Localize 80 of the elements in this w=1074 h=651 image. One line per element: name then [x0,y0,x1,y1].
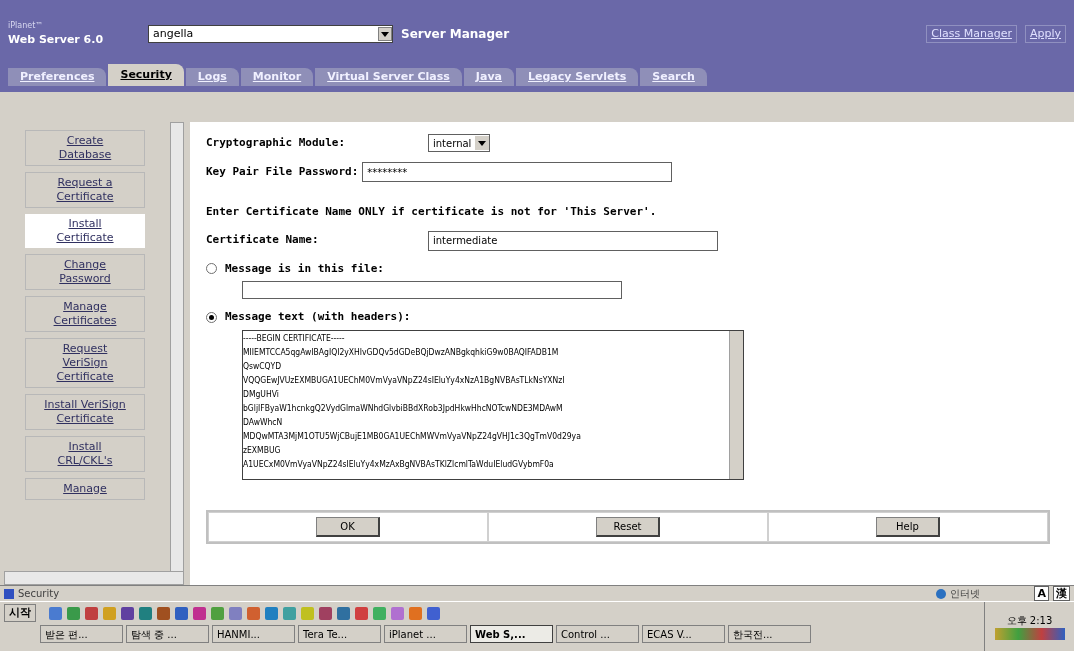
quick-launch-icon[interactable] [427,606,440,620]
ime-indicator[interactable]: A [1034,586,1049,601]
quick-launch-icon[interactable] [211,606,224,620]
task-button[interactable]: 탐색 중 ... [126,625,209,643]
status-text: Security [18,587,61,601]
certificate-line: VQQGEwJVUzEXMBUGA1UEChM0VmVyaVNpZ24sIEluYy4xNzA1BgNVBAsTLkNsYXNzI [243,373,566,387]
form-button[interactable]: OK [316,516,380,537]
task-button[interactable]: 한국전... [728,625,811,643]
start-button[interactable]: 시작 [4,604,36,622]
dropdown-arrow-icon [381,31,389,37]
module-select[interactable]: internal [428,134,491,152]
certificate-line: QswCQYD [243,359,283,373]
quick-launch-icon[interactable] [319,606,332,620]
field-label: Cryptographic Module: [206,134,347,151]
quick-launch-icon[interactable] [229,606,242,620]
certificate-line: MDQwMTA3MjM1OTU5WjCBujE1MB0GA1UEChMWVmVyaVNpZ24gVHJ1c3QgTmV0d29ya [243,429,582,443]
nav-tab[interactable]: Security [108,64,184,86]
radio-label: Message is in this file: [225,260,384,277]
quick-launch-icon[interactable] [67,606,80,620]
sidebar-item[interactable]: Install Certificate [25,214,145,248]
quick-launch-icon[interactable] [139,606,152,620]
task-button[interactable]: Web S,... [470,625,553,643]
certificate-line: A1UECxM0VmVyaVNpZ24sIEluYy4xMzAxBgNVBAsTKlZlcmlTaWduIEludGVybmF0a [243,457,555,471]
password-field[interactable]: ******** [362,162,673,182]
task-button[interactable]: 받은 편... [40,625,123,643]
quick-launch-icon[interactable] [157,606,170,620]
certificate-line: DMgUHVi [243,387,280,401]
scrollbar[interactable] [170,122,184,572]
sidebar-item[interactable]: Create Database [25,130,145,166]
certificate-line: zEXMBUG [243,443,282,457]
ime-indicator[interactable]: 漢 [1053,586,1070,601]
brand-tagline: iPlanet™ [8,19,45,32]
sidebar-item[interactable]: Request a Certificate [25,172,145,208]
sidebar-item[interactable]: Change Password [25,254,145,290]
sidebar-item[interactable]: Manage [25,478,145,500]
quick-launch-icon[interactable] [409,606,422,620]
quick-launch-icon[interactable] [193,606,206,620]
scrollbar[interactable] [729,330,743,479]
quick-launch-icon[interactable] [355,606,368,620]
field-label: Key Pair File Password: [206,163,359,180]
clock-text: 오후 2:13 [1006,614,1053,628]
certificate-name-field[interactable]: intermediate [428,230,718,251]
zone-text: 인터넷 [950,587,982,601]
quick-launch-icon[interactable] [337,606,350,620]
field-label: Certificate Name: [206,232,320,249]
sidebar-item[interactable]: Request VeriSign Certificate [25,338,145,388]
product-name: Web Server 6.0 [8,31,105,48]
quick-launch-icon[interactable] [49,606,62,620]
radio-label: Message text (with headers): [225,309,411,325]
quick-launch-icon[interactable] [247,606,260,620]
task-button[interactable]: Tera Te... [298,625,381,643]
task-button[interactable]: Control ... [556,625,639,643]
dropdown-arrow-icon [478,140,487,146]
quick-launch-icon[interactable] [175,606,188,620]
certificate-line: -----BEGIN CERTIFICATE----- [243,331,346,345]
quick-launch-icon[interactable] [85,606,98,620]
certificate-line: bGljIFByaW1hcnkgQ2VydGlmaWNhdGlvbiBBdXRob3JpdHkwHhcNOTcwNDE3MDAwM [243,401,564,415]
form-button[interactable]: Reset [596,516,660,537]
quick-launch-icon[interactable] [391,606,404,620]
server-select[interactable]: angella [148,25,393,43]
horizontal-scrollbar[interactable] [4,571,184,585]
sidebar-item[interactable]: Manage Certificates [25,296,145,332]
header-link[interactable]: Apply [1024,24,1066,44]
quick-launch-icon[interactable] [265,606,278,620]
globe-icon [936,588,947,599]
instruction-text: Enter Certificate Name ONLY if certificate is not for 'This Server'. [206,204,658,220]
certificate-line: DAwWhcN [243,415,284,429]
form-button[interactable]: Help [876,516,940,537]
page-title: Server Manager [401,26,510,43]
certificate-line: MIIEMTCCA5qgAwIBAgIQI2yXHIvGDQv5dGDeBQjDwzANBgkqhkiG9w0BAQIFADB1M [243,345,560,359]
sidebar-item[interactable]: Install CRL/CKL's [25,436,145,472]
page-icon [4,588,14,599]
file-field[interactable] [242,281,622,299]
message-textarea[interactable] [242,329,744,480]
task-button[interactable]: HANMI... [212,625,295,643]
task-button[interactable]: iPlanet ... [384,625,467,643]
task-button[interactable]: ECAS V... [642,625,725,643]
quick-launch-icon[interactable] [121,606,134,620]
header-link[interactable]: Class Manager [926,24,1017,44]
sidebar-item[interactable]: Install VeriSign Certificate [25,394,145,430]
